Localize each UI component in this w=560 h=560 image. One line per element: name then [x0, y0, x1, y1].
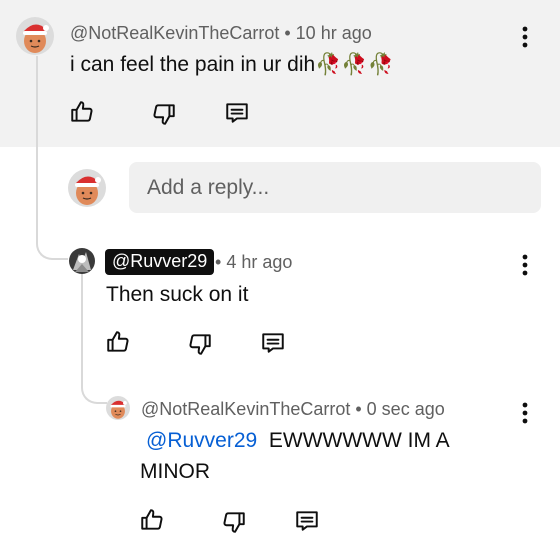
comment-text: i can feel the pain in ur dih🥀🥀🥀 [70, 53, 394, 77]
more-vertical-icon[interactable] [513, 401, 537, 425]
thread-connector-line [36, 56, 68, 260]
reply-input-placeholder: Add a reply... [147, 175, 270, 199]
comment-author[interactable]: @NotRealKevinTheCarrot [70, 23, 279, 43]
thumbs-up-icon[interactable] [137, 505, 167, 535]
avatar[interactable] [16, 17, 54, 55]
reply-time[interactable]: 4 hr ago [226, 252, 292, 272]
comment-time[interactable]: 10 hr ago [296, 23, 372, 43]
comment-text-main: i can feel the pain in ur dih [70, 53, 316, 76]
current-user-avatar [68, 169, 106, 207]
comment-emoji: 🥀🥀🥀 [315, 53, 394, 76]
reply-comment-icon[interactable] [222, 98, 252, 128]
reply-text-line2: MINOR [140, 460, 210, 483]
mention-link[interactable]: @Ruvver29 [146, 429, 257, 452]
reply-text-main: EWWWWWW IM A [268, 429, 450, 452]
reply-time[interactable]: 0 sec ago [367, 399, 445, 419]
avatar[interactable] [69, 248, 95, 274]
thumbs-down-icon[interactable] [149, 99, 179, 129]
thumbs-down-icon[interactable] [219, 507, 249, 537]
thumbs-up-icon[interactable] [103, 327, 133, 357]
reply-text: Then suck on it [106, 283, 249, 306]
reply-input[interactable]: Add a reply... [129, 162, 541, 213]
reply-comment-icon[interactable] [292, 506, 322, 536]
reply-meta: • 4 hr ago [215, 252, 292, 273]
meta-separator: • [215, 252, 227, 272]
reply-meta: @NotRealKevinTheCarrot • 0 sec ago [141, 399, 445, 420]
reply-comment-icon[interactable] [258, 328, 288, 358]
thumbs-up-icon[interactable] [67, 97, 97, 127]
comment-meta: @NotRealKevinTheCarrot • 10 hr ago [70, 23, 372, 44]
thumbs-down-icon[interactable] [185, 329, 215, 359]
reply-text-spacer [257, 429, 269, 452]
more-vertical-icon[interactable] [513, 253, 537, 277]
more-vertical-icon[interactable] [513, 25, 537, 49]
author-badge[interactable]: @Ruvver29 [105, 249, 215, 275]
avatar[interactable] [106, 396, 130, 420]
reply-text-line1: @Ruvver29 EWWWWWW IM A [146, 429, 450, 453]
reply-author[interactable]: @NotRealKevinTheCarrot [141, 399, 350, 419]
meta-separator: • [279, 23, 296, 43]
meta-separator: • [350, 399, 367, 419]
